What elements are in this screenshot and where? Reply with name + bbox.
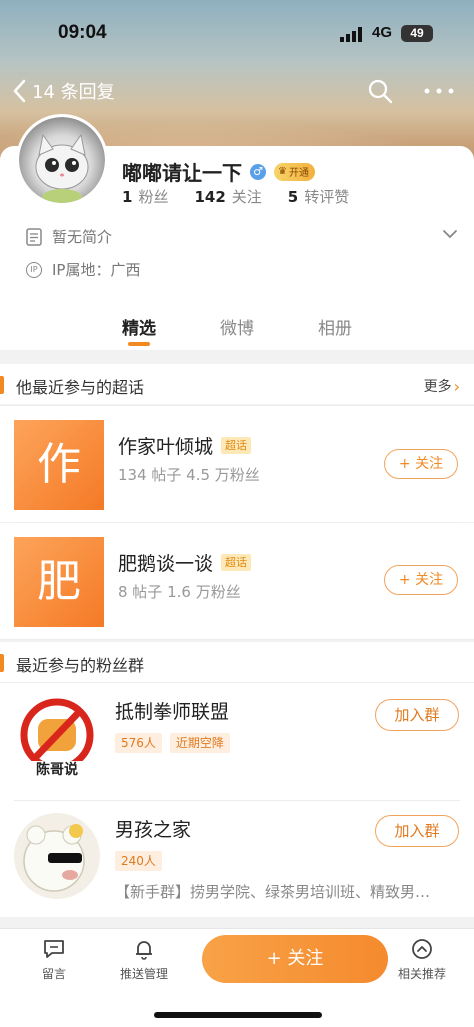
network-type: 4G — [372, 24, 393, 41]
tab-featured[interactable]: 精选 — [90, 314, 188, 346]
likes-label: 转评赞 — [304, 188, 350, 206]
bottom-action-bar: 留言 推送管理 + 关注 相关推荐 — [0, 928, 474, 1027]
fans-label: 粉丝 — [138, 188, 169, 206]
follow-user-button[interactable]: + 关注 — [202, 935, 388, 983]
super-topics-header: 他最近参与的超话 更多 › — [0, 364, 474, 404]
fan-group-item[interactable]: 男孩之家 240人 【新手群】捞男学院、绿茶男培训班、精致男… 加入群 — [0, 801, 474, 917]
topic-name: 肥鹅谈一谈 — [118, 553, 214, 575]
profile-name-row: 嘟嘟请让一下 ♂ ♛ 开通 — [122, 157, 315, 186]
fan-groups-title: 最近参与的粉丝群 — [16, 656, 145, 675]
document-icon — [26, 227, 42, 246]
ip-row: IP IP属地：广西 — [26, 259, 140, 280]
super-topic-item[interactable]: 作 作家叶倾城 超话 134 帖子 4.5 万粉丝 + 关注 — [0, 406, 474, 522]
group-avatar — [14, 813, 100, 899]
more-icon[interactable] — [424, 88, 454, 94]
fan-group-item[interactable]: 陈哥说 抵制拳师联盟 576人 近期空降 加入群 — [0, 683, 474, 801]
group-tags: 576人 近期空降 — [115, 733, 230, 753]
home-indicator — [154, 1012, 322, 1018]
avatar[interactable] — [16, 114, 108, 206]
comment-label: 留言 — [42, 967, 67, 981]
comment-button[interactable]: 留言 — [42, 937, 66, 982]
group-avatar-caption: 陈哥说 — [36, 762, 78, 778]
ip-icon: IP — [26, 261, 42, 278]
likes-count: 5 — [287, 188, 299, 206]
related-recommend-button[interactable]: 相关推荐 — [398, 937, 446, 982]
topic-name-row: 肥鹅谈一谈 超话 — [118, 549, 252, 576]
top-nav: 14 条回复 — [0, 76, 474, 106]
bio-text: 暂无简介 — [52, 228, 113, 246]
fans-stat[interactable]: 1 粉丝 — [122, 186, 168, 207]
group-tags: 240人 — [115, 851, 162, 871]
group-description: 【新手群】捞男学院、绿茶男培训班、精致男… — [115, 883, 431, 901]
back-label: 14 条回复 — [32, 82, 115, 103]
related-label: 相关推荐 — [398, 967, 447, 981]
super-topic-item[interactable]: 肥 肥鹅谈一谈 超话 8 帖子 1.6 万粉丝 + 关注 — [0, 523, 474, 639]
fan-groups-header: 最近参与的粉丝群 — [0, 642, 474, 682]
push-settings-button[interactable]: 推送管理 — [120, 937, 168, 982]
chevron-left-icon — [13, 79, 26, 103]
vip-label: 开通 — [288, 168, 309, 179]
search-icon[interactable] — [367, 78, 393, 104]
bell-icon — [136, 941, 152, 960]
push-label: 推送管理 — [120, 967, 169, 981]
profile-stats: 1 粉丝 142 关注 5 转评赞 — [122, 186, 349, 207]
more-link[interactable]: 更多 › — [424, 376, 460, 396]
tab-weibo[interactable]: 微博 — [188, 314, 286, 339]
crown-icon: ♛ — [278, 166, 287, 177]
topic-name: 作家叶倾城 — [118, 436, 214, 458]
male-gender-icon: ♂ — [250, 163, 266, 180]
chevron-up-circle-icon — [412, 939, 432, 959]
following-stat[interactable]: 142 关注 — [194, 186, 261, 207]
topic-tile: 作 — [14, 420, 104, 510]
group-avatar: 陈哥说 — [14, 695, 100, 781]
back-button[interactable]: 14 条回复 — [12, 78, 115, 104]
super-topic-tag: 超话 — [221, 437, 252, 454]
battery-icon: 49 — [401, 25, 433, 42]
divider — [0, 639, 474, 640]
profile-page: 09:04 4G 49 14 条回复 嘟嘟请让一下 ♂ ♛ 开通 1 粉丝 14… — [0, 0, 474, 1027]
status-bar: 09:04 4G 49 — [0, 22, 474, 48]
chevron-down-icon[interactable] — [442, 226, 458, 242]
chevron-right-icon: › — [453, 376, 460, 396]
follow-topic-button[interactable]: + 关注 — [384, 449, 458, 479]
following-count: 142 — [194, 188, 226, 206]
super-topic-tag: 超话 — [221, 554, 252, 571]
member-count-tag: 240人 — [115, 851, 162, 871]
super-topics-title: 他最近参与的超话 — [16, 378, 145, 397]
message-icon — [44, 940, 64, 958]
recent-tag: 近期空降 — [169, 733, 230, 753]
tab-album[interactable]: 相册 — [286, 314, 384, 339]
fans-count: 1 — [122, 188, 133, 206]
more-label: 更多 — [423, 379, 452, 395]
ip-location: IP属地：广西 — [52, 261, 141, 279]
topic-tile: 肥 — [14, 537, 104, 627]
profile-name: 嘟嘟请让一下 — [122, 161, 242, 185]
bio-row: 暂无简介 — [26, 226, 112, 247]
join-group-button[interactable]: 加入群 — [375, 815, 459, 847]
member-count-tag: 576人 — [115, 733, 162, 753]
section-accent-bar — [0, 376, 4, 394]
vip-open-badge[interactable]: ♛ 开通 — [274, 162, 315, 181]
cat-avatar-icon — [35, 133, 89, 203]
group-name: 男孩之家 — [115, 819, 192, 841]
sheep-avatar-icon — [14, 813, 100, 899]
status-time: 09:04 — [58, 22, 107, 43]
follow-topic-button[interactable]: + 关注 — [384, 565, 458, 595]
topic-stats: 8 帖子 1.6 万粉丝 — [118, 583, 241, 601]
likes-stat[interactable]: 5 转评赞 — [288, 186, 349, 207]
join-group-button[interactable]: 加入群 — [375, 699, 459, 731]
section-accent-bar — [0, 654, 4, 672]
signal-icon — [340, 27, 362, 42]
topic-stats: 134 帖子 4.5 万粉丝 — [118, 466, 260, 484]
following-label: 关注 — [231, 188, 262, 206]
profile-tabs: 精选 微博 相册 — [0, 314, 474, 346]
group-name: 抵制拳师联盟 — [115, 701, 230, 723]
topic-name-row: 作家叶倾城 超话 — [118, 432, 252, 459]
